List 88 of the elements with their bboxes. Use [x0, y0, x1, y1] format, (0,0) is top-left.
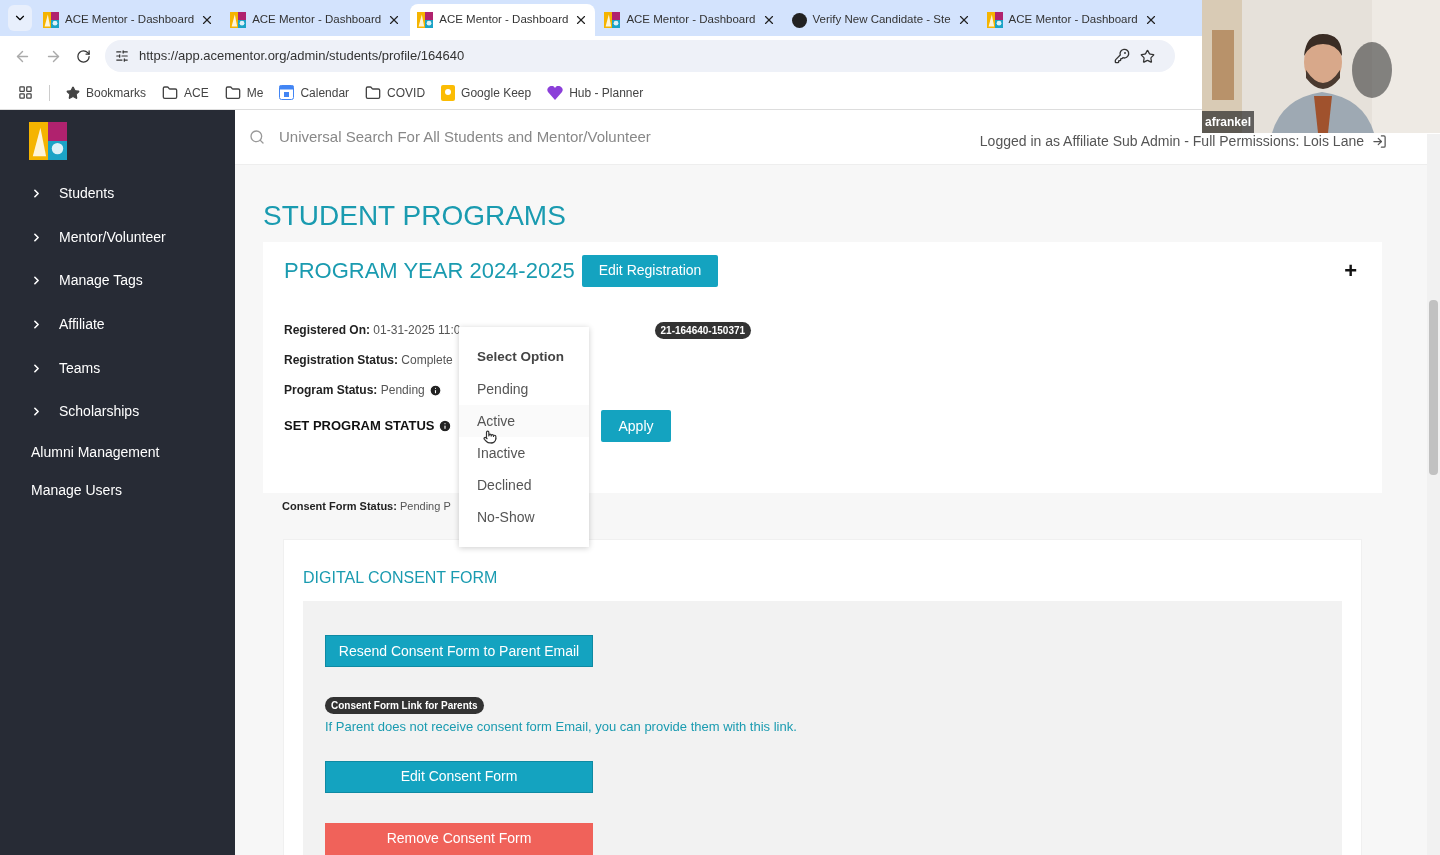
logged-in-text: Logged in as Affiliate Sub Admin - Full Permissions: Lois Lane	[979, 131, 1364, 151]
url-text: https://app.acementor.org/admin/students/profile/164640	[139, 47, 466, 66]
star-icon	[66, 85, 80, 100]
cursor-icon	[483, 430, 497, 444]
tab-title: ACE Mentor - Dashboard	[626, 12, 756, 28]
bookmark-item[interactable]: COVID	[365, 83, 426, 102]
bookmark-item[interactable]: Me	[224, 83, 264, 102]
page-title: STUDENT PROGRAMS	[263, 202, 567, 230]
tab-title: ACE Mentor - Dashboard	[65, 12, 195, 28]
sidebar-label: Scholarships	[59, 402, 140, 422]
sidebar-item[interactable]: Manage Tags	[0, 259, 235, 303]
reload-icon[interactable]	[76, 48, 91, 64]
plus-text[interactable]: +	[1344, 259, 1357, 282]
ace-logo-icon	[604, 12, 621, 28]
bookmark-label: COVID	[387, 84, 426, 102]
consent-status-text: Consent Form Status: Pending P	[282, 500, 451, 512]
tab-list-button[interactable]	[8, 5, 32, 31]
ace-logo-icon	[230, 12, 247, 28]
sidebar-item[interactable]: Affiliate	[0, 302, 235, 347]
sidebar-item[interactable]: Teams	[0, 346, 235, 390]
bookmark-item[interactable]: Hub - Planner	[547, 83, 644, 102]
lightbulb-icon	[441, 84, 456, 101]
bookmark-label: ACE	[184, 84, 209, 102]
browser-tab[interactable]: ACE Mentor - Dashboard	[979, 4, 1165, 36]
field-text: Registration Status: Complete	[284, 352, 453, 369]
bookmark-label: Calendar	[300, 84, 350, 102]
sidebar-item[interactable]: Mentor/Volunteer	[0, 215, 235, 260]
dropdown-option[interactable]: Declined	[459, 469, 589, 501]
bookmark-label: Me	[246, 84, 264, 102]
bookmark-item[interactable]: ACE	[162, 83, 209, 102]
info-icon	[428, 383, 442, 397]
sidebar-label: Manage Users	[31, 481, 123, 501]
search-field[interactable]: Universal Search For All Students and Mentor/Volunteer	[279, 125, 699, 149]
search-icon	[249, 129, 265, 145]
info-icon	[438, 419, 453, 433]
heart-icon	[547, 85, 564, 100]
sidebar-item[interactable]: Students	[0, 172, 235, 216]
tab-title: Verify New Candidate - Ste	[812, 12, 951, 28]
program-year-title: PROGRAM YEAR 2024-2025	[284, 257, 575, 285]
bookmark-item[interactable]: Bookmarks	[66, 83, 147, 102]
sidebar-label: Students	[59, 184, 115, 204]
ace-logo-icon	[43, 12, 59, 28]
apps-icon[interactable]	[18, 85, 33, 100]
participant-name: afrankel	[1202, 111, 1255, 133]
tab-title: ACE Mentor - Dashboard	[1008, 12, 1138, 28]
browser-tab[interactable]: ACE Mentor - Dashboard	[597, 4, 783, 36]
id-badge: 21-164640-150371	[654, 321, 752, 339]
ace-logo-icon	[417, 12, 434, 28]
consent-title: DIGITAL CONSENT FORM	[303, 568, 499, 588]
ace-logo-icon	[986, 12, 1003, 28]
sidebar-label: Mentor/Volunteer	[59, 227, 166, 247]
browser-tab[interactable]: Verify New Candidate - Ste	[784, 4, 978, 36]
address-bar[interactable]: https://app.acementor.org/admin/students/profile/164640	[105, 40, 1175, 72]
bookmark-label: Google Keep	[461, 84, 532, 102]
folder-icon	[162, 84, 179, 101]
dropdown-option[interactable]: Select Option	[459, 341, 589, 373]
tab-title: ACE Mentor - Dashboard	[439, 12, 569, 28]
set-status-label: SET PROGRAM STATUS	[284, 417, 435, 436]
sidebar-label: Alumni Management	[31, 443, 160, 463]
tab-title: ACE Mentor - Dashboard	[252, 12, 382, 28]
site-settings-icon[interactable]	[115, 49, 129, 63]
browser-tab[interactable]: ACE Mentor - Dashboard	[36, 4, 222, 36]
field-text: Program Status: Pending	[284, 382, 425, 399]
bookmark-item[interactable]: Calendar	[279, 83, 350, 102]
bookmark-star-icon[interactable]	[1140, 48, 1155, 64]
bookmark-item[interactable]: Google Keep	[441, 83, 532, 102]
sidebar-label: Affiliate	[59, 315, 105, 335]
folder-icon	[365, 84, 382, 101]
logout-icon[interactable]	[1372, 133, 1387, 149]
dropdown-option[interactable]: Inactive	[459, 437, 589, 469]
bookmark-label: Hub - Planner	[569, 84, 644, 102]
ace-logo-icon	[29, 122, 67, 160]
sidebar-item[interactable]: Scholarships	[0, 389, 235, 434]
sidebar-item[interactable]: Manage Users	[0, 471, 235, 510]
sidebar-item[interactable]: Alumni Management	[0, 433, 235, 472]
link-note: If Parent does not receive consent form Email, you can provide them with this link.	[325, 718, 797, 736]
bookmark-label: Bookmarks	[86, 84, 147, 102]
browser-tab[interactable]: ACE Mentor - Dashboard	[410, 4, 596, 36]
link-badge: Consent Form Link for Parents	[325, 697, 484, 714]
sidebar-label: Manage Tags	[59, 271, 143, 291]
dropdown-option[interactable]: Pending	[459, 373, 589, 405]
key-icon[interactable]	[1114, 48, 1130, 64]
calendar-icon	[279, 85, 295, 100]
folder-icon	[224, 84, 241, 101]
browser-tab[interactable]: ACE Mentor - Dashboard	[223, 4, 409, 36]
site-icon	[791, 12, 807, 28]
sidebar-label: Teams	[59, 358, 101, 378]
dropdown-option[interactable]: No-Show	[459, 501, 589, 533]
